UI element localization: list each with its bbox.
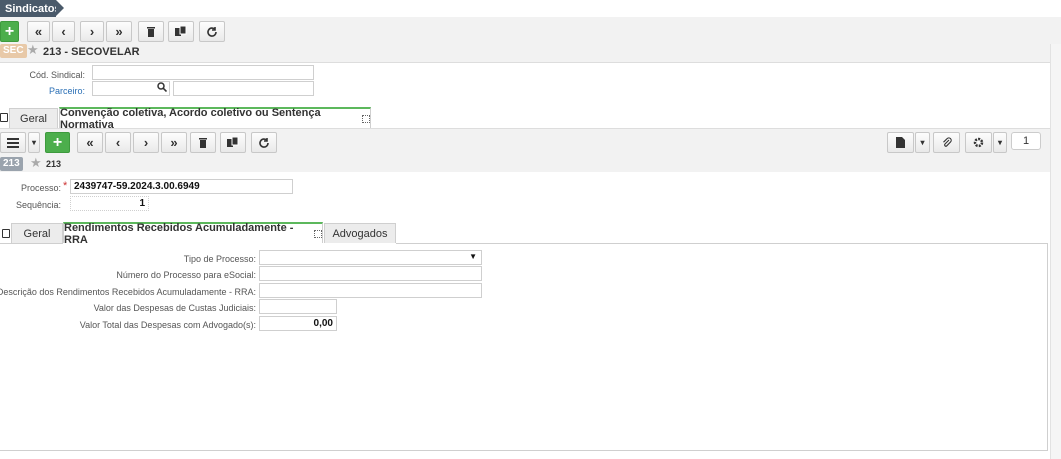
record-badge: SEC <box>0 44 27 58</box>
numero-processo-input[interactable] <box>259 266 482 281</box>
trash-icon <box>199 138 207 148</box>
sequencia-input: 1 <box>70 196 149 211</box>
sequencia-label: Sequência: <box>15 200 61 210</box>
report-dropdown-button[interactable]: ▾ <box>915 132 930 153</box>
panel-border-bottom <box>0 450 1048 451</box>
descricao-rra-label: Descrição dos Rendimentos Recebidos Acum… <box>0 287 256 297</box>
search-icon <box>157 82 168 93</box>
delete-button[interactable] <box>138 21 164 42</box>
sub-tab-geral-label: Geral <box>23 227 51 240</box>
detail-refresh-button[interactable] <box>251 132 277 153</box>
double-chevron-right-icon: » <box>170 135 178 150</box>
refresh-button[interactable] <box>199 21 225 42</box>
sub-tab-rra[interactable]: Rendimentos Recebidos Acumuladamente - R… <box>63 221 323 246</box>
processo-label: Processo: <box>20 183 61 193</box>
expand-icon[interactable] <box>362 114 370 123</box>
paperclip-icon <box>942 137 952 147</box>
sub-record-title: 213 <box>46 159 62 169</box>
panel-border-right <box>1047 243 1048 450</box>
previous-record-button[interactable]: ‹ <box>52 21 75 42</box>
tipo-processo-label: Tipo de Processo: <box>183 254 256 264</box>
chevron-left-icon: ‹ <box>61 24 66 39</box>
caret-down-icon: ▾ <box>997 138 1002 147</box>
panel-border-top-left <box>0 243 63 244</box>
sub-tab-geral[interactable]: Geral <box>11 223 63 243</box>
detail-duplicate-button[interactable] <box>220 132 246 153</box>
descricao-rra-input[interactable] <box>259 283 482 298</box>
record-title: 213 - SECOVELAR <box>43 46 140 58</box>
parceiro-description <box>173 81 314 96</box>
double-chevron-left-icon: « <box>34 24 43 39</box>
refresh-icon <box>259 137 269 148</box>
copy-icon <box>175 26 187 36</box>
refresh-icon <box>207 26 217 37</box>
tab-geral[interactable]: Geral <box>9 108 58 128</box>
chevron-right-icon: › <box>143 135 149 150</box>
valor-advogados-input[interactable]: 0,00 <box>259 316 337 331</box>
numero-processo-label: Número do Processo para eSocial: <box>116 270 256 280</box>
expand-icon[interactable] <box>314 229 322 238</box>
double-chevron-right-icon: » <box>115 24 123 39</box>
attachment-button[interactable] <box>933 132 960 153</box>
list-icon <box>7 137 19 148</box>
add-button[interactable]: + <box>0 21 19 42</box>
chevron-right-icon: › <box>89 24 95 39</box>
trash-icon <box>147 27 155 37</box>
detail-last-button[interactable]: » <box>161 132 187 153</box>
gear-icon <box>973 137 984 148</box>
detail-next-button[interactable]: › <box>133 132 159 153</box>
duplicate-button[interactable] <box>168 21 194 42</box>
panel-border-top-right <box>396 243 1048 244</box>
caret-down-icon: ▾ <box>920 138 925 147</box>
valor-advogados-label: Valor Total das Despesas com Advogado(s)… <box>79 320 256 330</box>
settings-dropdown-button[interactable]: ▾ <box>993 132 1007 153</box>
processo-input[interactable]: 2439747-59.2024.3.00.6949 <box>70 179 293 194</box>
detail-delete-button[interactable] <box>190 132 216 153</box>
vertical-scrollbar[interactable] <box>1050 44 1061 459</box>
sub-tab-advogados-label: Advogados <box>332 227 388 240</box>
detail-add-button[interactable]: + <box>45 132 70 153</box>
tab-convencao-label: Convenção coletiva, Acordo coletivo ou S… <box>60 106 321 131</box>
copy-icon <box>227 137 239 147</box>
sub-tab-advogados[interactable]: Advogados <box>324 223 396 243</box>
detail-previous-button[interactable]: ‹ <box>105 132 131 153</box>
valor-custas-label: Valor das Despesas de Custas Judiciais: <box>93 303 256 313</box>
cod-sindical-input[interactable] <box>92 65 314 80</box>
sub-record-badge: 213 <box>0 157 23 171</box>
first-record-button[interactable]: « <box>27 21 50 42</box>
double-chevron-left-icon: « <box>86 135 94 150</box>
app-window: Sindicatos + « ‹ › » SEC ★ 213 - SECOVEL… <box>0 0 1061 459</box>
cod-sindical-label: Cód. Sindical: <box>29 70 85 80</box>
sub-tab-restore-icon[interactable] <box>2 229 10 238</box>
parceiro-link[interactable]: Parceiro: <box>49 86 85 96</box>
tab-convencao-coletiva[interactable]: Convenção coletiva, Acordo coletivo ou S… <box>59 106 371 131</box>
tab-restore-icon[interactable] <box>0 113 8 122</box>
tipo-processo-select[interactable]: ▼ <box>259 250 482 265</box>
caret-down-icon: ▾ <box>31 138 36 147</box>
detail-first-button[interactable]: « <box>77 132 103 153</box>
view-dropdown-button[interactable]: ▾ <box>28 132 40 153</box>
list-view-button[interactable] <box>0 132 26 153</box>
report-button[interactable] <box>887 132 914 153</box>
favorite-star-icon[interactable]: ★ <box>27 42 39 58</box>
chevron-left-icon: ‹ <box>115 135 121 150</box>
parceiro-search-button[interactable] <box>157 82 168 95</box>
next-record-button[interactable]: › <box>80 21 104 42</box>
settings-button[interactable] <box>965 132 992 153</box>
valor-custas-input[interactable] <box>259 299 337 314</box>
record-counter: 1 <box>1011 132 1041 150</box>
sub-tab-rra-label: Rendimentos Recebidos Acumuladamente - R… <box>64 221 294 246</box>
required-marker: * <box>63 180 68 192</box>
tab-geral-label: Geral <box>20 112 47 125</box>
document-icon <box>896 137 905 148</box>
caret-down-icon: ▼ <box>469 252 477 261</box>
last-record-button[interactable]: » <box>106 21 132 42</box>
app-title: Sindicatos <box>0 0 64 17</box>
sub-favorite-star-icon[interactable]: ★ <box>30 155 42 171</box>
